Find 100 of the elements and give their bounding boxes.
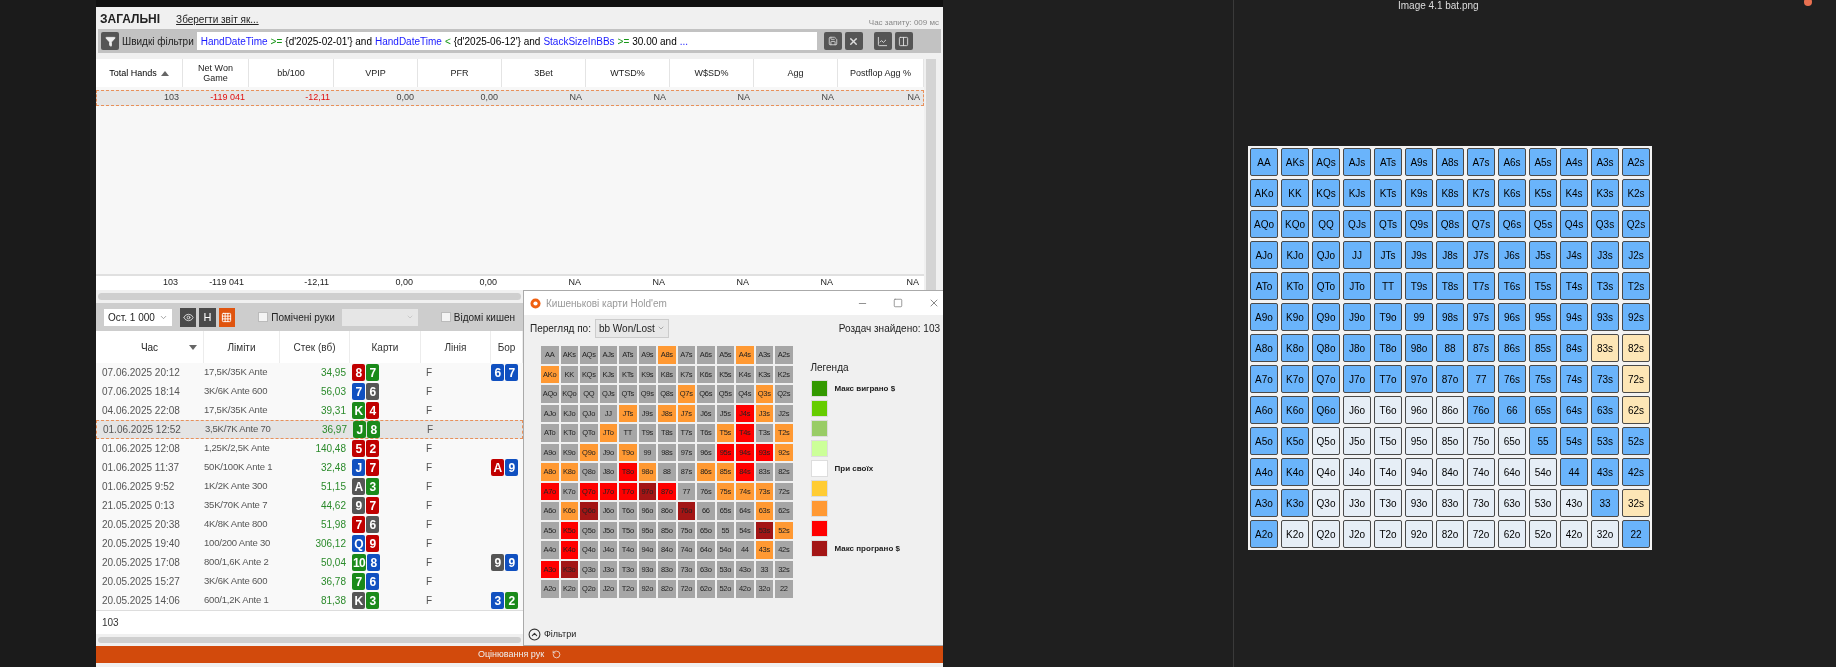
range-cell[interactable]: A4o	[1250, 458, 1278, 486]
range-cell[interactable]: K5o	[1281, 427, 1309, 455]
range-dropdown[interactable]: Ост. 1 000	[104, 308, 172, 326]
range-cell[interactable]: 63s	[1591, 396, 1619, 424]
range-cell[interactable]: J7o	[1343, 365, 1371, 393]
range-cell[interactable]: T5o	[1374, 427, 1402, 455]
horizontal-scrollbar[interactable]	[98, 637, 521, 643]
range-cell[interactable]: A5o	[1250, 427, 1278, 455]
view-by-dropdown[interactable]: bb Won/Lost	[594, 318, 669, 338]
range-cell[interactable]: Q2o	[1312, 520, 1340, 548]
range-cell[interactable]: Q6s	[1498, 210, 1526, 238]
range-cell[interactable]: K6o	[1281, 396, 1309, 424]
range-cell[interactable]: Q3o	[1312, 489, 1340, 517]
hand-row[interactable]: 20.05.2025 20:38 4K/8K Ante 800 51,98 7 6 F	[96, 515, 523, 534]
range-cell[interactable]: 94s	[1560, 303, 1588, 331]
range-cell[interactable]: Q8o	[1312, 334, 1340, 362]
range-cell[interactable]: 42o	[1560, 520, 1588, 548]
range-cell[interactable]: 73s	[1591, 365, 1619, 393]
range-cell[interactable]: 75o	[1467, 427, 1495, 455]
vertical-scrollbar[interactable]	[926, 59, 936, 290]
range-cell[interactable]: A2s	[1622, 148, 1650, 176]
range-cell[interactable]: A7s	[1467, 148, 1495, 176]
range-cell[interactable]: 63o	[1498, 489, 1526, 517]
range-cell[interactable]: AQs	[1312, 148, 1340, 176]
range-cell[interactable]: AJs	[1343, 148, 1371, 176]
range-cell[interactable]: KJs	[1343, 179, 1371, 207]
range-cell[interactable]: 64s	[1560, 396, 1588, 424]
range-cell[interactable]: 87o	[1436, 365, 1464, 393]
checkbox[interactable]	[258, 312, 269, 322]
range-cell[interactable]: 82o	[1436, 520, 1464, 548]
range-cell[interactable]: 99	[1405, 303, 1433, 331]
range-cell[interactable]: T3s	[1591, 272, 1619, 300]
range-cell[interactable]: T8s	[1436, 272, 1464, 300]
range-cell[interactable]: T7s	[1467, 272, 1495, 300]
range-cell[interactable]: 95s	[1529, 303, 1557, 331]
range-cell[interactable]: 66	[1498, 396, 1526, 424]
range-cell[interactable]: K3s	[1591, 179, 1619, 207]
range-cell[interactable]: 32s	[1622, 489, 1650, 517]
range-cell[interactable]: J7s	[1467, 241, 1495, 269]
range-cell[interactable]: A8s	[1436, 148, 1464, 176]
range-cell[interactable]: K4o	[1281, 458, 1309, 486]
range-cell[interactable]: 65s	[1529, 396, 1557, 424]
hand-row[interactable]: 20.05.2025 15:27 3K/6K Ante 600 36,78 7 6 F	[96, 572, 523, 591]
eye-button[interactable]	[179, 307, 197, 327]
column-header[interactable]: Карти	[371, 339, 399, 355]
hand-row[interactable]: 01.06.2025 11:37 50K/100K Ante 1 32,48 J 7 F A 9	[96, 458, 523, 477]
range-cell[interactable]: 55	[1529, 427, 1557, 455]
range-cell[interactable]: T9o	[1374, 303, 1402, 331]
range-cell[interactable]: ATs	[1374, 148, 1402, 176]
stats-row[interactable]: 103 -119 041 -12,11 0,00 0,00 NA NA NA NA NA	[96, 90, 924, 106]
range-cell[interactable]: T4s	[1560, 272, 1588, 300]
range-cell[interactable]: 86o	[1436, 396, 1464, 424]
range-cell[interactable]: 52s	[1622, 427, 1650, 455]
range-cell[interactable]: 75s	[1529, 365, 1557, 393]
range-cell[interactable]: K7s	[1467, 179, 1495, 207]
range-cell[interactable]: AA	[1250, 148, 1278, 176]
range-cell[interactable]: J5o	[1343, 427, 1371, 455]
range-cell[interactable]: Q8s	[1436, 210, 1464, 238]
range-cell[interactable]: T6o	[1374, 396, 1402, 424]
range-cell[interactable]: AQo	[1250, 210, 1278, 238]
range-cell[interactable]: Q7o	[1312, 365, 1340, 393]
range-cell[interactable]: Q3s	[1591, 210, 1619, 238]
hand-row[interactable]: 07.06.2025 20:12 17,5K/35K Ante 34,95 8 7 F 6 7	[96, 363, 523, 382]
range-cell[interactable]: KJo	[1281, 241, 1309, 269]
range-cell[interactable]: 43o	[1560, 489, 1588, 517]
range-cell[interactable]: J2s	[1622, 241, 1650, 269]
range-cell[interactable]: 97o	[1405, 365, 1433, 393]
range-cell[interactable]: 54o	[1529, 458, 1557, 486]
range-cell[interactable]: AKo	[1250, 179, 1278, 207]
range-cell[interactable]: 84s	[1560, 334, 1588, 362]
range-cell[interactable]: 32o	[1591, 520, 1619, 548]
range-cell[interactable]: Q4o	[1312, 458, 1340, 486]
range-cell[interactable]: 83s	[1591, 334, 1619, 362]
hand-row[interactable]: 20.05.2025 17:08 800/1,6K Ante 2 50,04 10 8 F 9 9	[96, 553, 523, 572]
range-cell[interactable]: QJo	[1312, 241, 1340, 269]
range-cell[interactable]: KTo	[1281, 272, 1309, 300]
range-cell[interactable]: 82s	[1622, 334, 1650, 362]
range-cell[interactable]: A9o	[1250, 303, 1278, 331]
range-cell[interactable]: J3s	[1591, 241, 1619, 269]
range-cell[interactable]: 84o	[1436, 458, 1464, 486]
range-cell[interactable]: A3s	[1591, 148, 1619, 176]
horizontal-scrollbar[interactable]	[98, 293, 521, 300]
range-cell[interactable]: T7o	[1374, 365, 1402, 393]
range-cell[interactable]: T6s	[1498, 272, 1526, 300]
filter-button[interactable]	[101, 32, 119, 50]
column-header[interactable]: PFR	[450, 68, 469, 78]
clear-button[interactable]	[844, 32, 863, 50]
range-cell[interactable]: Q9s	[1405, 210, 1433, 238]
column-header[interactable]: Agg	[787, 68, 804, 78]
range-cell[interactable]: Q7s	[1467, 210, 1495, 238]
range-cell[interactable]: 54s	[1560, 427, 1588, 455]
range-cell[interactable]: 62o	[1498, 520, 1526, 548]
range-cell[interactable]: 88	[1436, 334, 1464, 362]
range-cell[interactable]: K3o	[1281, 489, 1309, 517]
range-cell[interactable]: T5s	[1529, 272, 1557, 300]
range-cell[interactable]: AJo	[1250, 241, 1278, 269]
range-cell[interactable]: K7o	[1281, 365, 1309, 393]
range-cell[interactable]: Q9o	[1312, 303, 1340, 331]
range-cell[interactable]: K6s	[1498, 179, 1526, 207]
column-header[interactable]: Ліміти	[227, 339, 256, 355]
